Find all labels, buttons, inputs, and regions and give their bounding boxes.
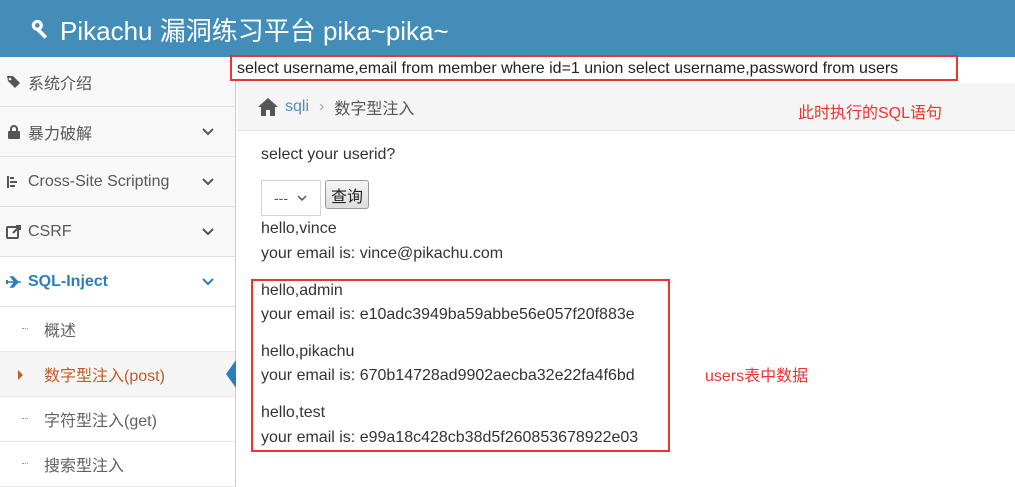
breadcrumb-link-sqli[interactable]: sqli [285,98,309,116]
userid-prompt: select your userid? [261,146,396,163]
result-email: your email is: e99a18c428cb38d5f26085367… [261,429,639,446]
breadcrumb-current: 数字型注入 [334,100,415,118]
tags-icon [6,74,28,90]
sidebar-item-bruteforce[interactable]: 暴力破解 [0,107,235,157]
brand[interactable]: Pikachu 漏洞练习平台 pika~pika~ [30,11,449,47]
sidebar-item-label: 暴力破解 [28,125,93,143]
sidebar-subitem-label: 数字型注入(post) [44,368,165,385]
sidebar-subitem-string-get[interactable]: 字符型注入(get) [0,397,235,442]
userid-select[interactable]: --- [261,180,321,216]
userid-select-value: --- [274,190,288,206]
result-hello: hello,admin [261,282,343,299]
result-email: your email is: 670b14728ad9902aecba32e22… [261,367,635,384]
sidebar-subitem-label: 搜索型注入 [44,458,125,475]
sidebar-item-sqli[interactable]: SQL-Inject [0,257,235,307]
lock-icon [6,124,28,140]
result-hello: hello,test [261,404,326,421]
result-email: your email is: e10adc3949ba59abbe56e057f… [261,306,635,323]
chevron-down-icon [201,175,221,189]
sidebar-item-label: 系统介绍 [28,75,93,93]
sidebar-subitem-numeric-post[interactable]: 数字型注入(post) [0,352,236,397]
chevron-down-icon [297,195,307,202]
breadcrumb-separator-icon: › [319,97,325,115]
sidebar-subitem-overview[interactable]: 概述 [0,307,235,352]
sidebar-subitem-label: 概述 [44,323,77,340]
home-icon[interactable] [257,97,279,117]
sidebar-item-xss[interactable]: Cross-Site Scripting [0,157,235,207]
chevron-down-icon [201,125,221,139]
result-hello: hello,pikachu [261,343,355,360]
result-email: your email is: vince@pikachu.com [261,245,504,262]
sidebar-item-label: CSRF [28,222,72,240]
app-title: Pikachu 漏洞练习平台 pika~pika~ [60,15,449,46]
chevron-down-icon [201,225,221,239]
sidebar-subitem-label: 字符型注入(get) [44,413,157,430]
users-annotation: users表中数据 [705,368,809,385]
caret-right-icon [18,370,23,380]
sql-annotation: 此时执行的SQL语句 [798,105,943,122]
sidebar-item-intro[interactable]: 系统介绍 [0,57,235,107]
sql-query-display: select username,email from member where … [230,55,958,81]
sidebar-item-label: Cross-Site Scripting [28,172,170,190]
sidebar-subitem-search[interactable]: 搜索型注入 [0,442,235,487]
users-data-highlight [251,279,670,452]
query-button[interactable]: 查询 [325,180,369,209]
sidebar-item-csrf[interactable]: CSRF [0,207,235,257]
top-navbar: Pikachu 漏洞练习平台 pika~pika~ [0,0,1015,57]
plane-icon [6,274,28,290]
wrench-icon [31,19,48,39]
share-icon [6,224,28,240]
query-form: --- 查询 [261,180,369,216]
list-icon [6,174,28,190]
chevron-down-icon [201,275,221,289]
sidebar-item-label: SQL-Inject [28,272,109,290]
result-hello: hello,vince [261,220,337,237]
